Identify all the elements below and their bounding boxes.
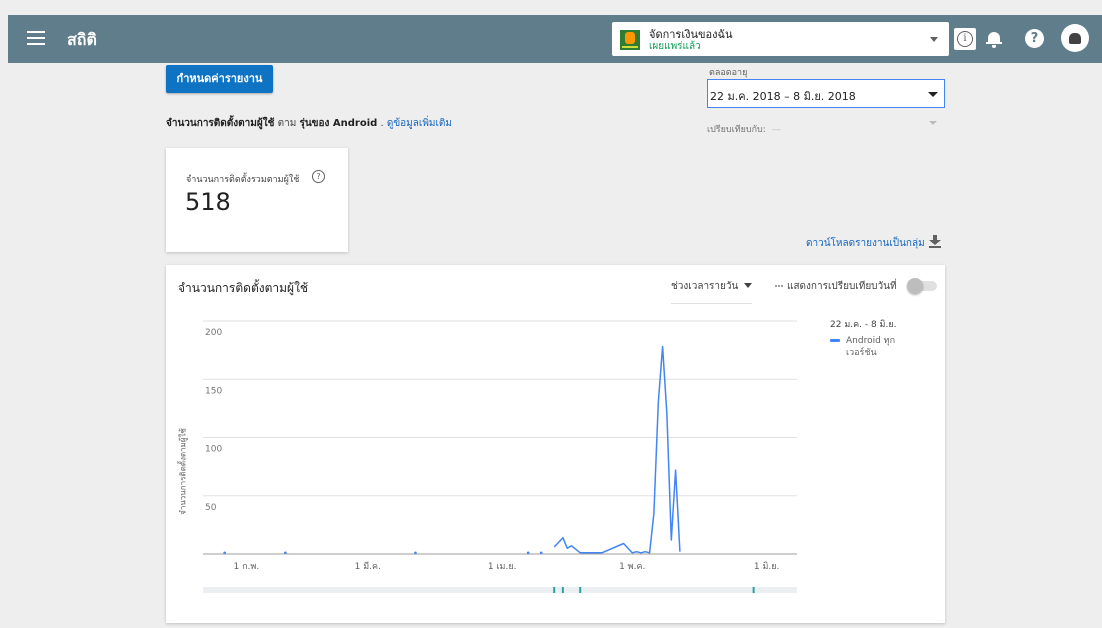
- menu-icon[interactable]: [27, 31, 45, 45]
- account-avatar[interactable]: [1061, 24, 1089, 52]
- navigator-marker: [561, 587, 564, 593]
- navigator-marker: [752, 587, 755, 593]
- date-range-select[interactable]: 22 ม.ค. 2018 – 8 มิ.ย. 2018: [707, 79, 945, 108]
- learn-more-link[interactable]: ดูข้อมูลเพิ่มเติม: [387, 118, 452, 129]
- navigator-marker: [579, 587, 582, 593]
- y-tick-label: 50: [205, 503, 217, 513]
- compare-to-value: —: [771, 125, 781, 135]
- info-button[interactable]: i: [954, 28, 976, 50]
- data-point: [284, 551, 287, 555]
- chevron-down-icon: [930, 37, 938, 42]
- installs-chart-card: จำนวนการติดตั้งตามผู้ใช้ ช่วงเวลารายวัน …: [166, 265, 945, 623]
- range-navigator: [203, 587, 797, 593]
- metric-description: จำนวนการติดตั้งตามผู้ใช้ ตาม รุ่นของ And…: [166, 116, 452, 131]
- data-point: [414, 551, 417, 555]
- line-chart: 50 100 150 200 1 ก.พ. 1 มี.ค. 1 เม.ย. 1 พ.ค. 1 ม…: [203, 320, 797, 593]
- total-installs-card: จำนวนการติดตั้งรวมตามผู้ใช้ ? 518: [166, 148, 348, 252]
- help-circle-icon[interactable]: ?: [312, 170, 325, 183]
- series-line: [553, 345, 681, 554]
- date-range-label: ตลอดอายุ: [709, 68, 748, 78]
- x-tick-label: 1 พ.ค.: [619, 562, 645, 572]
- x-tick-label: 1 มี.ค.: [355, 561, 381, 572]
- dimension-name: รุ่นของ Android: [299, 118, 378, 129]
- app-status: เผยแพร่แล้ว: [649, 41, 701, 52]
- y-tick-label: 100: [205, 445, 222, 455]
- data-point: [539, 551, 543, 555]
- compare-to-select[interactable]: เปรียบเทียบกับ: —: [707, 117, 945, 135]
- y-tick-label: 150: [205, 386, 222, 396]
- x-tick-label: 1 ก.พ.: [234, 562, 260, 572]
- configure-report-button[interactable]: กำหนดค่ารายงาน: [166, 65, 273, 93]
- kpi-value: 518: [185, 188, 231, 216]
- data-point: [223, 551, 226, 555]
- navigator-marker: [553, 587, 556, 593]
- date-range-value: 22 ม.ค. 2018 – 8 มิ.ย. 2018: [710, 90, 856, 103]
- app-logo-icon: [620, 30, 640, 50]
- notifications-bell-icon[interactable]: [986, 29, 1002, 49]
- page-title: สถิติ: [67, 30, 97, 49]
- download-icon[interactable]: [929, 235, 941, 248]
- compare-to-label: เปรียบเทียบกับ:: [707, 125, 766, 135]
- y-tick-label: 200: [205, 328, 222, 338]
- x-tick-label: 1 เม.ย.: [488, 562, 517, 572]
- android-avatar-icon: [1069, 33, 1081, 44]
- chevron-down-icon: [929, 121, 937, 125]
- x-tick-label: 1 มิ.ย.: [754, 561, 780, 572]
- app-selector[interactable]: จัดการเงินของฉัน เผยแพร่แล้ว: [612, 22, 949, 56]
- metric-name: จำนวนการติดตั้งตามผู้ใช้: [166, 118, 275, 129]
- metric-separator: .: [377, 118, 387, 129]
- kpi-label: จำนวนการติดตั้งรวมตามผู้ใช้: [186, 175, 300, 185]
- bulk-download-link[interactable]: ดาวน์โหลดรายงานเป็นกลุ่ม: [806, 236, 925, 251]
- top-app-bar: สถิติ จัดการเงินของฉัน เผยแพร่แล้ว i ?: [8, 15, 1102, 63]
- chevron-down-icon: [928, 92, 938, 97]
- data-point: [526, 551, 530, 555]
- help-icon[interactable]: ?: [1025, 29, 1044, 48]
- metric-by-text: ตาม: [274, 118, 300, 129]
- info-icon: i: [957, 31, 973, 47]
